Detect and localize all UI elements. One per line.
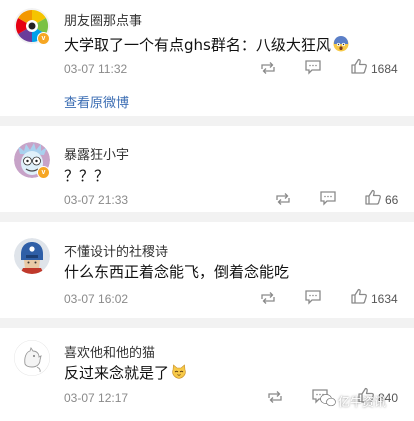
verified-badge-icon: v	[37, 166, 50, 179]
comment-card: v 暴露狂小宇 ？？？ 03-07 21:33 66	[0, 126, 414, 212]
avatar[interactable]	[14, 238, 50, 274]
like-thumb-icon[interactable]	[350, 288, 368, 309]
avatar[interactable]	[14, 340, 50, 376]
comment-separator	[0, 212, 414, 222]
comment-timestamp: 03-07 12:17	[64, 391, 129, 405]
comment-timestamp: 03-07 16:02	[64, 292, 129, 306]
comment-username[interactable]: 喜欢他和他的猫	[64, 342, 155, 361]
cat-face-emoji-icon	[171, 364, 187, 384]
repost-icon[interactable]	[266, 389, 284, 409]
like-thumb-icon[interactable]	[350, 58, 368, 79]
comment-text-body: 大学取了一个有点ghs群名：八级大狂风	[64, 36, 331, 54]
comment-username[interactable]: 暴露狂小宇	[64, 144, 129, 163]
comment-text-body: 反过来念就是了	[64, 364, 170, 382]
like-thumb-icon[interactable]	[364, 189, 382, 210]
watermark-text: 亿牛资讯	[338, 395, 387, 409]
repost-icon[interactable]	[259, 290, 277, 310]
comment-separator	[0, 318, 414, 328]
view-original-weibo-link[interactable]: 查看原微博	[64, 92, 129, 111]
comment-text: 大学取了一个有点ghs群名：八级大狂风	[64, 34, 349, 56]
comment-card: 不懂设计的社稷诗 什么东西正着念能飞，倒着念能吃 03-07 16:02 163…	[0, 222, 414, 318]
verified-badge-icon: v	[37, 32, 50, 45]
comment-text: 反过来念就是了	[64, 362, 187, 384]
comment-text: 什么东西正着念能飞，倒着念能吃	[64, 263, 290, 281]
comment-separator	[0, 116, 414, 126]
like-count: 1684	[371, 62, 398, 76]
comment-username[interactable]: 不懂设计的社稷诗	[64, 241, 168, 260]
watermark-logo-icon	[320, 392, 336, 411]
comment-icon[interactable]	[319, 190, 337, 210]
repost-icon[interactable]	[274, 191, 292, 211]
comment-timestamp: 03-07 11:32	[64, 62, 128, 76]
like-count: 1634	[371, 292, 398, 306]
repost-icon[interactable]	[259, 60, 277, 80]
comment-card: v 朋友圈那点事 大学取了一个有点ghs群名：八级大狂风 03-07 11:32…	[0, 0, 414, 116]
comment-icon[interactable]	[304, 59, 322, 79]
comment-icon[interactable]	[304, 289, 322, 309]
comment-username[interactable]: 朋友圈那点事	[64, 10, 142, 29]
comment-text: ？？？	[64, 167, 110, 185]
comment-timestamp: 03-07 21:33	[64, 193, 129, 207]
scared-face-emoji-icon	[333, 36, 349, 56]
like-count: 66	[385, 193, 399, 207]
